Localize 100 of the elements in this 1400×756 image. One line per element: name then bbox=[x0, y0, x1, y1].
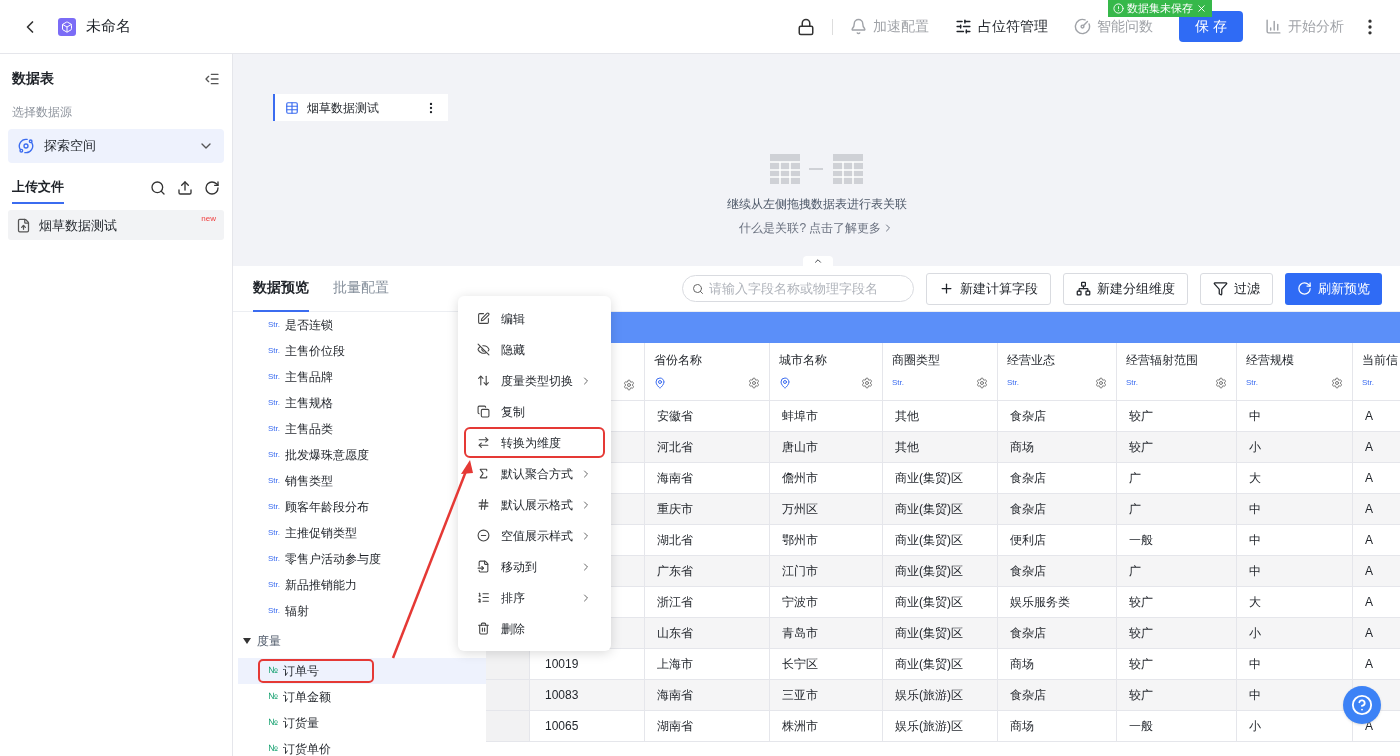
toolbar-button[interactable]: 过滤 bbox=[1200, 272, 1273, 305]
file-item[interactable]: 烟草数据测试 new bbox=[8, 209, 224, 240]
menu-item[interactable]: 度量类型切换 bbox=[464, 365, 605, 396]
table-cell-text: 一般 bbox=[1129, 532, 1153, 549]
join-hint: 继续从左侧拖拽数据表进行表关联 bbox=[726, 196, 907, 213]
table-cell-text: 三亚市 bbox=[782, 687, 818, 704]
table-cell-text: 江门市 bbox=[782, 563, 818, 580]
table-cell-text: A bbox=[1365, 439, 1373, 456]
table-cell-text: 青岛市 bbox=[782, 625, 818, 642]
table-cell-text: 湖北省 bbox=[657, 532, 693, 549]
swap-arrows-icon bbox=[477, 436, 490, 449]
table-cell-text: 商场 bbox=[1010, 439, 1034, 456]
table-cell-text: 蚌埠市 bbox=[782, 408, 818, 425]
settings-icon[interactable] bbox=[1095, 377, 1107, 389]
learn-more-link[interactable]: 什么是关联? 点击了解更多 bbox=[739, 219, 894, 237]
new-label: new bbox=[201, 212, 216, 225]
panel-tab[interactable]: 数据预览 bbox=[253, 265, 309, 312]
lock-icon[interactable] bbox=[797, 17, 815, 36]
table-card[interactable]: 烟草数据测试 bbox=[273, 94, 448, 121]
toolbar-button[interactable]: 占位符管理 bbox=[955, 16, 1048, 37]
type-tag: Str. bbox=[1362, 377, 1374, 389]
settings-icon[interactable] bbox=[748, 377, 760, 389]
collapse-handle[interactable] bbox=[803, 256, 833, 266]
menu-item[interactable]: 排序 bbox=[464, 582, 605, 613]
eye-off-icon bbox=[477, 343, 490, 356]
table-cell-text: 其他 bbox=[895, 408, 919, 425]
search-icon[interactable] bbox=[150, 179, 166, 196]
table-cell-text: 鄂州市 bbox=[782, 532, 818, 549]
toolbar-button[interactable]: 新建计算字段 bbox=[926, 272, 1051, 305]
help-icon bbox=[1351, 694, 1373, 716]
field-item[interactable]: № 订货量 bbox=[238, 710, 486, 736]
table-cell-text: 食杂店 bbox=[1010, 563, 1046, 580]
caret-icon bbox=[243, 638, 251, 644]
field-item[interactable]: № 订单号 bbox=[238, 658, 486, 684]
table-icon bbox=[285, 100, 299, 115]
sigma-icon bbox=[477, 467, 490, 480]
table-cell-text: 10019 bbox=[545, 656, 579, 673]
settings-icon[interactable] bbox=[1331, 377, 1343, 389]
table-cell-text: 商业(集贸)区 bbox=[895, 532, 963, 549]
table-cell-text: 中 bbox=[1249, 532, 1261, 549]
table-cell-text: 商业(集贸)区 bbox=[895, 594, 963, 611]
column-header: 商圈类型 bbox=[892, 352, 941, 369]
chevron-up-icon bbox=[813, 256, 823, 266]
ordered-list-icon bbox=[477, 591, 490, 604]
table-cell-text: 食杂店 bbox=[1010, 501, 1046, 518]
table-cell-text: 万州区 bbox=[782, 501, 818, 518]
menu-item[interactable]: 编辑 bbox=[464, 303, 605, 334]
table-cell-text: 较广 bbox=[1129, 656, 1153, 673]
menu-item[interactable]: 移动到 bbox=[464, 551, 605, 582]
table-cell-text: A bbox=[1365, 656, 1373, 673]
menu-item[interactable]: 默认聚合方式 bbox=[464, 458, 605, 489]
settings-icon[interactable] bbox=[1215, 377, 1227, 389]
column-header: 当前信 bbox=[1362, 352, 1399, 369]
menu-item[interactable]: 转换为维度 bbox=[464, 427, 605, 458]
table-cell-text: 中 bbox=[1249, 563, 1261, 580]
upload-icon[interactable] bbox=[177, 179, 193, 196]
menu-item[interactable]: 空值展示样式 bbox=[464, 520, 605, 551]
table-cell-text: 小 bbox=[1249, 439, 1261, 456]
location-icon bbox=[779, 377, 791, 389]
table-cell-text: 广东省 bbox=[657, 563, 693, 580]
table-cell-text: 商场 bbox=[1010, 718, 1034, 735]
table-cell-text: 10065 bbox=[545, 718, 579, 735]
edit-icon bbox=[477, 312, 490, 325]
field-item[interactable]: № 订单金额 bbox=[238, 684, 486, 710]
table-cell-text: 重庆市 bbox=[657, 501, 693, 518]
filter-icon bbox=[1213, 281, 1228, 296]
table-cell-text: 食杂店 bbox=[1010, 408, 1046, 425]
toolbar-button[interactable]: 新建分组维度 bbox=[1063, 272, 1188, 305]
menu-item[interactable]: 隐藏 bbox=[464, 334, 605, 365]
table-cell-text: 其他 bbox=[895, 439, 919, 456]
refresh-icon[interactable] bbox=[204, 179, 220, 196]
bar-chart-icon bbox=[1265, 18, 1282, 35]
menu-item[interactable]: 默认展示格式 bbox=[464, 489, 605, 520]
table-cell-text: 食杂店 bbox=[1010, 470, 1046, 487]
table-name: 烟草数据测试 bbox=[307, 99, 380, 117]
table-cell-text: A bbox=[1365, 625, 1373, 642]
menu-item[interactable]: 复制 bbox=[464, 396, 605, 427]
refresh-preview-button[interactable]: 刷新预览 bbox=[1285, 272, 1382, 305]
table-cell-text: 安徽省 bbox=[657, 408, 693, 425]
table-cell-text: 海南省 bbox=[657, 470, 693, 487]
settings-icon[interactable] bbox=[976, 377, 988, 389]
table-cell-text: 中 bbox=[1249, 408, 1261, 425]
upload-tab[interactable]: 上传文件 bbox=[12, 177, 64, 204]
sliders-icon bbox=[955, 18, 972, 35]
source-dropdown[interactable]: 探索空间 bbox=[8, 129, 224, 163]
table-cell-text: 较广 bbox=[1129, 439, 1153, 456]
close-icon[interactable] bbox=[1196, 3, 1207, 14]
sidebar-title: 数据表 bbox=[12, 69, 54, 88]
source-label: 选择数据源 bbox=[11, 104, 73, 121]
field-item[interactable]: № 订货单价 bbox=[238, 736, 486, 756]
bell-icon bbox=[850, 18, 867, 35]
settings-icon[interactable] bbox=[861, 377, 873, 389]
table-cell-text: A bbox=[1365, 532, 1373, 549]
table-cell-text: 海南省 bbox=[657, 687, 693, 704]
table-cell-text: A bbox=[1365, 501, 1373, 518]
table-cell-text: A bbox=[1365, 470, 1373, 487]
table-cell-text: 商业(集贸)区 bbox=[895, 563, 963, 580]
settings-icon[interactable] bbox=[623, 379, 635, 391]
table-cell-text: 小 bbox=[1249, 625, 1261, 642]
alert-icon bbox=[1113, 3, 1124, 14]
